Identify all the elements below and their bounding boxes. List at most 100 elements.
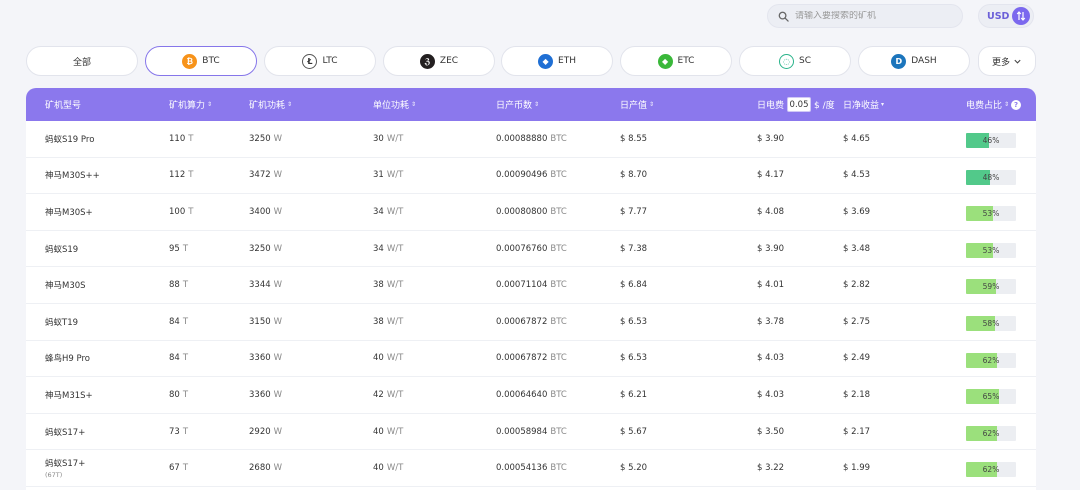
power-cell: 3250 W <box>249 121 282 157</box>
table-row[interactable]: 神马M30S+ 100 T 3400 W 34 W/T 0.00080800 BTC $… <box>26 194 1036 231</box>
net-profit-cell: $ 2.82 <box>843 267 870 303</box>
coin-tab-btc[interactable]: ₿ BTC <box>145 46 257 76</box>
daily-coin-unit: BTC <box>550 316 567 327</box>
daily-value-cell: $ 7.77 <box>620 194 647 230</box>
model-cell: 神马M30S <box>45 267 86 303</box>
daily-coin-cell: 0.00071104 BTC <box>496 267 567 303</box>
swap-icon[interactable] <box>1012 7 1030 25</box>
col-power[interactable]: 矿机功耗 ⇕ <box>249 88 292 121</box>
table-row[interactable]: 蚂蚁S19 Pro 110 T 3250 W 30 W/T 0.00088880 BTC… <box>26 121 1036 158</box>
coin-tab-label: BTC <box>202 56 220 66</box>
coin-tab-zec[interactable]: ℨ ZEC <box>383 46 495 76</box>
col-elec-ratio-label: 电费占比 <box>966 101 1003 111</box>
table-row[interactable]: 蜂鸟H9 Pro 84 T 3360 W 40 W/T 0.00067872 BTC $… <box>26 341 1036 378</box>
model-cell: 蚂蚁S19 Pro <box>45 121 94 157</box>
daily-coin-unit: BTC <box>550 426 567 437</box>
coin-tab-ltc[interactable]: Ł LTC <box>264 46 376 76</box>
coin-tab-all[interactable]: 全部 <box>26 46 138 76</box>
model-cell: 蜂鸟H9 Pro <box>45 341 90 377</box>
elec-ratio-label: 65% <box>982 392 1000 402</box>
electricity-cost: $ 4.03 <box>757 389 785 400</box>
electricity-cell: $ 3.78 <box>757 304 784 340</box>
table-row[interactable]: 蚂蚁S17+ 73 T 2920 W 40 W/T 0.00058984 BTC $ 5… <box>26 414 1036 451</box>
daily-coin-unit: BTC <box>550 170 567 181</box>
table-row[interactable]: 神马M31S+ 80 T 3360 W 42 W/T 0.00064640 BTC $ … <box>26 377 1036 414</box>
power-cell: 2680 W <box>249 450 282 486</box>
efficiency-value: 40 <box>373 353 384 364</box>
electricity-cost: $ 3.78 <box>757 316 785 327</box>
search-box[interactable] <box>767 4 963 28</box>
efficiency-unit: W/T <box>386 280 404 291</box>
daily-coin-value: 0.00088880 <box>496 133 548 144</box>
net-profit: $ 2.17 <box>843 426 871 437</box>
power-cell: 2920 W <box>249 414 282 450</box>
hashrate-value: 84 <box>169 353 180 364</box>
elec-ratio-label: 62% <box>982 428 1000 438</box>
elec-ratio-bar: 59% <box>966 279 1016 295</box>
efficiency-unit: W/T <box>386 353 404 364</box>
eth-icon: ◆ <box>538 53 554 69</box>
chevron-down-icon <box>1014 59 1021 64</box>
daily-value: $ 7.38 <box>620 243 648 254</box>
daily-value-cell: $ 6.84 <box>620 267 647 303</box>
daily-value: $ 5.20 <box>620 463 648 474</box>
table-row[interactable]: 蚂蚁S19 95 T 3250 W 34 W/T 0.00076760 BTC $ 7.… <box>26 231 1036 268</box>
power-value: 2920 <box>249 426 271 437</box>
col-net-profit[interactable]: 日净收益 ▾ <box>843 88 884 121</box>
sort-icon: ⇕ <box>649 101 655 108</box>
coin-tab-etc[interactable]: ◆ ETC <box>620 46 732 76</box>
model-name: 蚂蚁S19 Pro <box>45 134 95 145</box>
search-input[interactable] <box>795 11 955 21</box>
coin-tab-eth[interactable]: ◆ ETH <box>501 46 613 76</box>
elec-ratio-bar: 65% <box>966 389 1016 405</box>
daily-coin-cell: 0.00054136 BTC <box>496 450 567 486</box>
hashrate-cell: 112 T <box>169 158 193 194</box>
hashrate-value: 73 <box>169 426 180 437</box>
coin-tab-sc[interactable]: ◌ SC <box>739 46 851 76</box>
power-cell: 3150 W <box>249 304 282 340</box>
hashrate-unit: T <box>188 133 194 144</box>
daily-value: $ 8.70 <box>620 170 648 181</box>
col-hashrate[interactable]: 矿机算力 ⇕ <box>169 88 212 121</box>
col-efficiency[interactable]: 单位功耗 ⇕ <box>373 88 416 121</box>
elec-ratio-label: 46% <box>982 136 1000 145</box>
currency-switch[interactable]: USD <box>978 4 1034 28</box>
electricity-cost: $ 4.03 <box>757 353 785 364</box>
hashrate-value: 110 <box>169 133 186 144</box>
coin-tab-dash[interactable]: D DASH <box>858 46 970 76</box>
col-daily-coin[interactable]: 日产币数 ⇕ <box>496 88 539 121</box>
net-profit-cell: $ 2.75 <box>843 304 870 340</box>
elec-ratio-bar: 62% <box>966 352 1016 368</box>
electricity-price-input[interactable]: 0.05 <box>787 97 812 112</box>
efficiency-value: 30 <box>373 133 384 144</box>
info-icon[interactable]: ? <box>1011 99 1022 110</box>
table-row[interactable]: 蚂蚁S17+ (67T) 67 T 2680 W 40 W/T 0.00054136 B… <box>26 450 1036 487</box>
table-row[interactable]: 神马M30S 88 T 3344 W 38 W/T 0.00071104 BTC $ 6… <box>26 267 1036 304</box>
sort-icon: ⇕ <box>287 101 293 108</box>
power-value: 3250 <box>249 243 271 254</box>
power-value: 2680 <box>249 463 271 474</box>
table-row[interactable]: 神马M30S++ 112 T 3472 W 31 W/T 0.00090496 BTC … <box>26 158 1036 195</box>
table-row[interactable]: 蚂蚁T19 84 T 3150 W 38 W/T 0.00067872 BTC $ 6.… <box>26 304 1036 341</box>
daily-coin-value: 0.00064640 <box>496 389 548 400</box>
col-daily-value[interactable]: 日产值 ⇕ <box>620 88 654 121</box>
hashrate-cell: 73 T <box>169 414 188 450</box>
model-cell: 蚂蚁S19 <box>45 231 78 267</box>
coin-tab-label: ETH <box>558 56 576 66</box>
coin-tab-label: 全部 <box>72 57 91 68</box>
col-daily-coin-label: 日产币数 <box>496 101 533 111</box>
power-cell: 3360 W <box>249 377 282 413</box>
electricity-cell: $ 4.01 <box>757 267 784 303</box>
efficiency-value: 34 <box>373 243 384 254</box>
more-coins-button[interactable]: 更多 <box>978 46 1036 76</box>
model-cell: 神马M30S+ <box>45 194 93 230</box>
more-label: 更多 <box>991 57 1010 68</box>
daily-coin-value: 0.00067872 <box>496 353 548 364</box>
col-elec-ratio[interactable]: 电费占比 ⇕? <box>966 88 1022 121</box>
hashrate-unit: T <box>182 426 189 437</box>
hashrate-cell: 110 T <box>169 121 193 157</box>
electricity-cell: $ 3.22 <box>757 450 784 486</box>
sort-icon: ⇕ <box>207 101 213 108</box>
daily-coin-value: 0.00067872 <box>496 316 548 327</box>
efficiency-cell: 38 W/T <box>373 267 403 303</box>
